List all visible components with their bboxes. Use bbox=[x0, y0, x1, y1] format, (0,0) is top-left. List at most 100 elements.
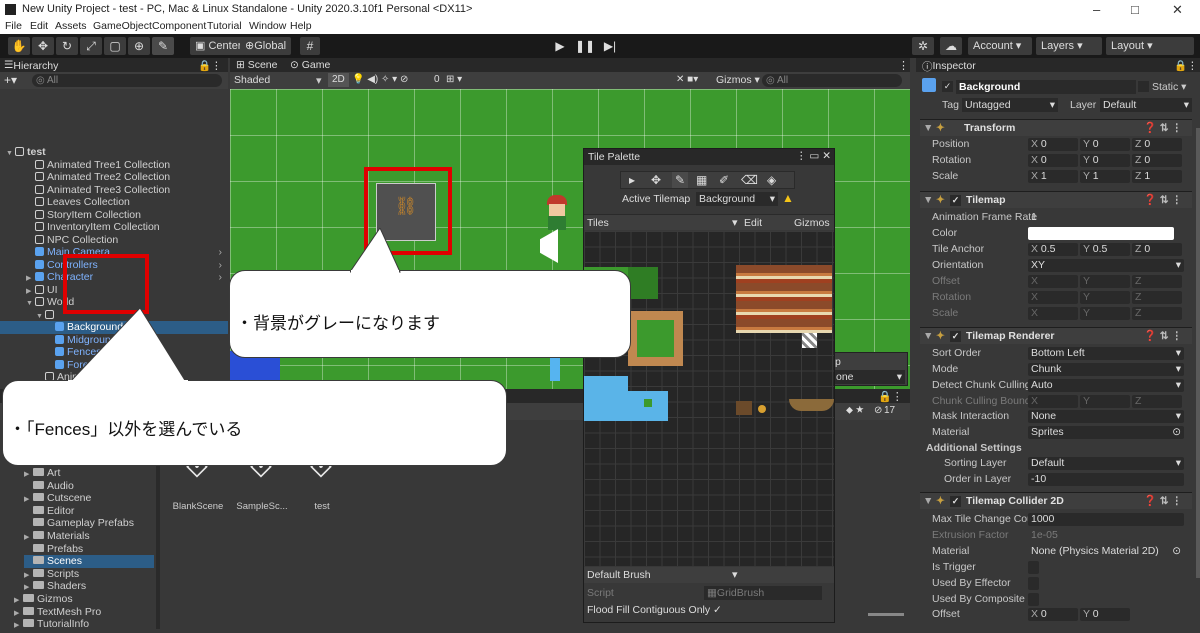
tile-fence[interactable] bbox=[736, 401, 752, 415]
layers-dropdown[interactable]: Layers ▾ bbox=[1036, 37, 1102, 55]
tile-grass-2[interactable] bbox=[628, 267, 658, 299]
tab-scene[interactable]: ⊞ Scene bbox=[236, 59, 278, 71]
value-field[interactable]: X 0.5 bbox=[1028, 243, 1078, 256]
palette-select-icon[interactable]: ▸ bbox=[629, 172, 635, 188]
value-field[interactable]: Default ▾ bbox=[1028, 457, 1184, 470]
value-field[interactable]: Z 0 bbox=[1132, 243, 1182, 256]
close-button[interactable]: ✕ bbox=[1172, 2, 1183, 18]
checkbox[interactable] bbox=[1028, 561, 1039, 574]
project-folder[interactable]: ▶ Gizmos bbox=[14, 593, 73, 606]
component-enabled-checkbox[interactable]: ✓ bbox=[950, 331, 961, 342]
value-field[interactable]: X 0 bbox=[1028, 154, 1078, 167]
component-settings-icon[interactable]: ❓ ⇅ ⋮ bbox=[1144, 120, 1182, 137]
rect-tool-icon[interactable]: ▢ bbox=[104, 37, 126, 55]
value-field[interactable]: Auto ▾ bbox=[1028, 379, 1184, 392]
value-field[interactable]: -10 bbox=[1028, 473, 1184, 486]
move-tool-icon[interactable]: ✥ bbox=[32, 37, 54, 55]
value-field[interactable]: Z 0 bbox=[1132, 154, 1182, 167]
component-settings-icon[interactable]: ❓ ⇅ ⋮ bbox=[1144, 328, 1182, 345]
value-field[interactable]: Bottom Left ▾ bbox=[1028, 347, 1184, 360]
color-swatch[interactable] bbox=[1028, 227, 1174, 240]
gameobject-name-field[interactable]: Background bbox=[956, 80, 1136, 94]
menu-tutorial[interactable]: Tutorial bbox=[207, 20, 242, 32]
tile-coin[interactable] bbox=[758, 405, 766, 413]
tile-water-1[interactable] bbox=[584, 376, 628, 421]
tile-bush[interactable] bbox=[644, 399, 652, 407]
tiles-arrow-icon[interactable]: ▾ bbox=[732, 216, 738, 229]
step-button[interactable]: ▶| bbox=[599, 37, 621, 55]
value-field[interactable]: Y 0.5 bbox=[1080, 243, 1130, 256]
prefab-open-icon[interactable]: › bbox=[219, 259, 223, 272]
value-field[interactable]: XY ▾ bbox=[1028, 259, 1184, 272]
menu-gameobject[interactable]: GameObject bbox=[93, 20, 152, 32]
value-field[interactable]: Z bbox=[1132, 275, 1182, 288]
project-folder[interactable]: ▶ Cutscene bbox=[24, 492, 91, 505]
value-field[interactable]: X bbox=[1028, 307, 1078, 320]
hierarchy-search-input[interactable]: ◎ All bbox=[32, 74, 222, 87]
play-button[interactable]: ▶ bbox=[549, 37, 571, 55]
value-field[interactable]: Y bbox=[1080, 307, 1130, 320]
transform-header[interactable]: ▼ ✦ Transform ❓ ⇅ ⋮ bbox=[920, 119, 1192, 136]
value-field[interactable]: X 0 bbox=[1028, 138, 1078, 151]
inspector-lock-icon[interactable]: 🔒⋮ bbox=[1174, 59, 1198, 72]
value-field[interactable]: Z 1 bbox=[1132, 170, 1182, 183]
value-field[interactable]: Z bbox=[1132, 307, 1182, 320]
hierarchy-item[interactable]: InventoryItem Collection bbox=[0, 221, 228, 234]
value-field[interactable]: 1000 bbox=[1028, 513, 1184, 526]
custom-tool-icon[interactable]: ✎ bbox=[152, 37, 174, 55]
menu-help[interactable]: Help bbox=[290, 20, 312, 32]
project-folder[interactable]: Editor bbox=[24, 505, 74, 518]
value-field[interactable]: 1e-05 bbox=[1028, 529, 1184, 542]
tile-checker[interactable] bbox=[802, 333, 817, 348]
inspector-scrollbar[interactable] bbox=[1196, 128, 1200, 578]
project-folder[interactable]: Scenes bbox=[24, 555, 154, 568]
project-folder[interactable]: Audio bbox=[24, 480, 74, 493]
shading-arrow-icon[interactable]: ▾ bbox=[316, 74, 322, 87]
popup-dropdown[interactable]: one ▾ bbox=[833, 370, 905, 384]
scale-tool-icon[interactable]: ⤢ bbox=[80, 37, 102, 55]
foldout-arrow-icon[interactable]: ▼ bbox=[923, 120, 933, 137]
hierarchy-item[interactable]: ▼ test bbox=[0, 146, 228, 159]
inspector-tab[interactable]: ⓘ Inspector bbox=[922, 59, 976, 74]
tiles-dropdown[interactable]: Tiles bbox=[587, 217, 609, 229]
project-folder[interactable]: ▶ Art bbox=[24, 467, 60, 480]
foldout-arrow-icon[interactable]: ▼ bbox=[923, 328, 933, 345]
checkbox[interactable] bbox=[1028, 593, 1039, 606]
value-field[interactable]: Y 0 bbox=[1080, 154, 1130, 167]
rotate-tool-icon[interactable]: ↻ bbox=[56, 37, 78, 55]
gizmos-dropdown[interactable]: Gizmos ▾ bbox=[716, 74, 760, 86]
value-field[interactable]: Y bbox=[1080, 291, 1130, 304]
palette-gizmos-button[interactable]: Gizmos bbox=[794, 217, 830, 229]
component-enabled-checkbox[interactable]: ✓ bbox=[950, 496, 961, 507]
project-folder[interactable]: ▶ TextMesh Pro bbox=[14, 606, 101, 619]
active-tilemap-dropdown[interactable]: Background ▾ bbox=[696, 192, 778, 206]
tab-game[interactable]: ⊙ Game bbox=[290, 59, 330, 71]
tile-house[interactable] bbox=[736, 265, 832, 333]
tile-bridge[interactable] bbox=[789, 399, 834, 411]
value-field[interactable]: Z 0 bbox=[1132, 138, 1182, 151]
palette-eraser-icon[interactable]: ⌫ bbox=[741, 172, 758, 188]
value-field[interactable]: X bbox=[1028, 275, 1078, 288]
grid-toggle-icon[interactable]: ⊞ ▾ bbox=[446, 74, 462, 85]
pause-button[interactable]: ❚❚ bbox=[574, 37, 596, 55]
hierarchy-item[interactable]: Leaves Collection bbox=[0, 196, 228, 209]
menu-assets[interactable]: Assets bbox=[55, 20, 87, 32]
pivot-global-toggle[interactable]: ⊕Global bbox=[240, 37, 292, 55]
maximize-button[interactable]: □ bbox=[1131, 2, 1139, 17]
flood-fill-label[interactable]: Flood Fill Contiguous Only ✓ bbox=[587, 604, 722, 616]
value-field[interactable]: Y bbox=[1080, 275, 1130, 288]
lock-icon[interactable]: 🔒⋮ bbox=[198, 59, 222, 72]
project-folder[interactable]: ▶ TutorialInfo bbox=[14, 618, 89, 631]
hierarchy-item[interactable]: Animated Tree1 Collection bbox=[0, 159, 228, 172]
scene-toggles-icon[interactable]: 💡 ◀) ✧ ▾ ⊘ bbox=[352, 74, 408, 85]
project-folder[interactable]: ▶ Shaders bbox=[24, 580, 86, 593]
grid-snap-icon[interactable]: # bbox=[300, 37, 320, 55]
tilemap-header[interactable]: ▼ ✦ ✓ Tilemap ❓ ⇅ ⋮ bbox=[920, 191, 1192, 208]
scene-search-input[interactable]: ◎ All bbox=[762, 74, 902, 87]
value-field[interactable]: Z bbox=[1132, 395, 1182, 408]
component-settings-icon[interactable]: ❓ ⇅ ⋮ bbox=[1144, 493, 1182, 510]
static-dropdown[interactable]: Static ▾ bbox=[1152, 81, 1186, 93]
value-field[interactable]: Y 0 bbox=[1080, 138, 1130, 151]
layout-dropdown[interactable]: Layout ▾ bbox=[1106, 37, 1194, 55]
value-field[interactable]: Chunk ▾ bbox=[1028, 363, 1184, 376]
